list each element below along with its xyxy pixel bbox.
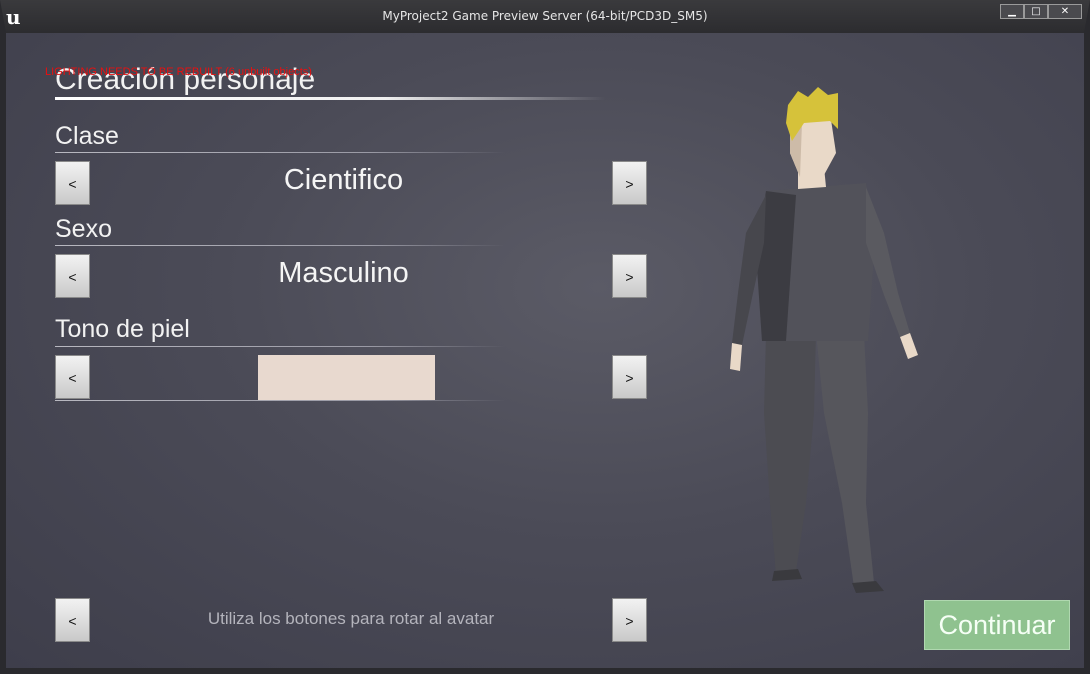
skin-tone-label: Tono de piel <box>55 315 190 343</box>
class-value: Cientifico <box>283 164 404 196</box>
skin-tone-next-button[interactable]: > <box>612 355 647 399</box>
minimize-button[interactable]: ▁ <box>1000 4 1024 19</box>
avatar-left-leg <box>764 333 816 575</box>
class-prev-button[interactable]: < <box>55 161 90 205</box>
sex-label: Sexo <box>55 215 112 243</box>
avatar-right-arm <box>866 187 910 337</box>
title-underline <box>55 97 605 100</box>
sex-divider <box>55 245 505 246</box>
class-divider <box>55 152 505 153</box>
class-label: Clase <box>55 122 119 150</box>
maximize-button[interactable]: □ <box>1024 4 1048 19</box>
window-titlebar[interactable]: u MyProject2 Game Preview Server (64-bit… <box>0 0 1090 33</box>
rotate-hint: Utiliza los botones para rotar al avatar <box>207 609 495 628</box>
sex-next-button[interactable]: > <box>612 254 647 298</box>
character-avatar[interactable] <box>706 83 946 603</box>
sex-value: Masculino <box>278 257 409 289</box>
window-title: MyProject2 Game Preview Server (64-bit/P… <box>382 9 708 23</box>
lighting-warning: LIGHTING NEEDS TO BE REBUILT (6 unbuilt … <box>45 66 312 78</box>
continue-button[interactable]: Continuar <box>924 600 1070 650</box>
skin-tone-prev-button[interactable]: < <box>55 355 90 399</box>
game-viewport: Creación personaje LIGHTING NEEDS TO BE … <box>6 33 1084 668</box>
skin-tone-divider <box>55 346 505 347</box>
avatar-left-boot <box>772 569 802 581</box>
skin-tone-bottom-divider <box>55 400 505 401</box>
avatar-right-boot <box>852 581 884 593</box>
window-controls: ▁ □ ✕ <box>1000 4 1082 20</box>
close-button[interactable]: ✕ <box>1048 4 1082 19</box>
avatar-left-hand <box>730 343 742 371</box>
skin-tone-swatch <box>258 355 435 400</box>
class-next-button[interactable]: > <box>612 161 647 205</box>
rotate-right-button[interactable]: > <box>612 598 647 642</box>
avatar-right-leg <box>816 333 874 587</box>
avatar-right-hand <box>900 333 918 359</box>
rotate-left-button[interactable]: < <box>55 598 90 642</box>
sex-prev-button[interactable]: < <box>55 254 90 298</box>
